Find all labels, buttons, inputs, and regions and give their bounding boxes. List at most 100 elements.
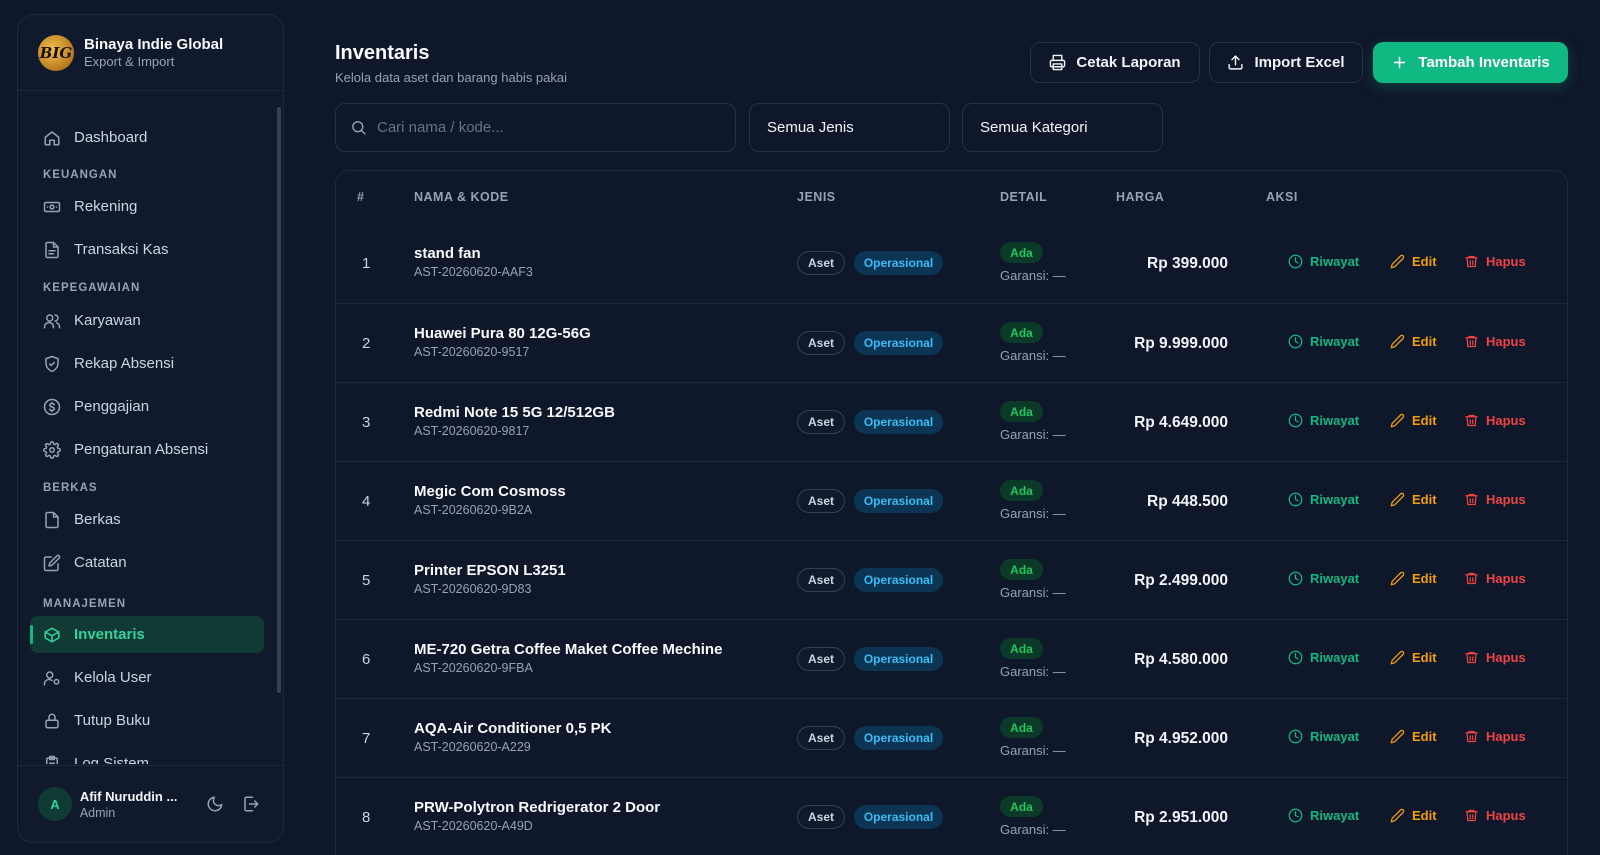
category-badge: Operasional (854, 251, 943, 275)
edit-button[interactable]: Edit (1390, 650, 1437, 665)
sidebar-item-karyawan[interactable]: Karyawan (30, 302, 264, 339)
brand-text: Binaya Indie Global Export & Import (84, 36, 223, 69)
item-name: AQA-Air Conditioner 0,5 PK (414, 720, 612, 737)
sidebar-scrollbar[interactable] (277, 107, 281, 693)
pencil-icon (1390, 808, 1405, 823)
sidebar-item-transaksi-kas[interactable]: Transaksi Kas (30, 231, 264, 268)
item-price: Rp 4.580.000 (1134, 651, 1228, 668)
table-row: 5 Printer EPSON L3251 AST-20260620-9D83 … (336, 540, 1567, 619)
table-row: 2 Huawei Pura 80 12G-56G AST-20260620-95… (336, 303, 1567, 382)
edit-button[interactable]: Edit (1390, 808, 1437, 823)
action-label: Hapus (1486, 808, 1526, 823)
item-code: AST-20260620-A229 (414, 740, 531, 754)
delete-button[interactable]: Hapus (1464, 729, 1526, 744)
sidebar-item-log-sistem[interactable]: Log Sistem (30, 745, 264, 764)
edit-button[interactable]: Edit (1390, 254, 1437, 269)
gear-icon (43, 440, 61, 459)
sidebar-item-tutup-buku[interactable]: Tutup Buku (30, 702, 264, 739)
item-code: AST-20260620-9B2A (414, 503, 533, 517)
type-badge: Aset (797, 410, 845, 434)
inventory-table: # NAMA & KODE JENIS DETAIL HARGA AKSI 1 … (335, 170, 1568, 855)
action-label: Hapus (1486, 729, 1526, 744)
type-badge: Aset (797, 251, 845, 275)
logout-icon (242, 795, 260, 813)
kategori-filter-select[interactable]: Semua Kategori (962, 103, 1163, 152)
print-report-button[interactable]: Cetak Laporan (1030, 42, 1200, 83)
column-header-jenis: JENIS (797, 190, 836, 204)
lock-icon (43, 712, 61, 730)
brand-subtitle: Export & Import (84, 54, 175, 69)
delete-button[interactable]: Hapus (1464, 571, 1526, 586)
logout-button[interactable] (239, 792, 263, 816)
pencil-icon (1390, 413, 1405, 428)
clipboard-list-icon (43, 755, 61, 764)
file-icon (43, 511, 61, 529)
status-badge: Ada (1000, 796, 1043, 817)
upload-icon (1227, 54, 1244, 71)
delete-button[interactable]: Hapus (1464, 334, 1526, 349)
jenis-filter-select[interactable]: Semua Jenis (749, 103, 950, 152)
action-label: Edit (1412, 571, 1437, 586)
history-button[interactable]: Riwayat (1288, 413, 1359, 428)
history-button[interactable]: Riwayat (1288, 492, 1359, 507)
edit-button[interactable]: Edit (1390, 571, 1437, 586)
button-label: Import Excel (1254, 54, 1345, 71)
delete-button[interactable]: Hapus (1464, 492, 1526, 507)
brand[interactable]: BIG Binaya Indie Global Export & Import (18, 15, 283, 91)
sidebar-item-label: Pengaturan Absensi (74, 441, 209, 458)
item-name: Huawei Pura 80 12G-56G (414, 325, 591, 342)
users-cog-icon (43, 669, 61, 687)
avatar[interactable]: A (38, 787, 72, 821)
status-badge: Ada (1000, 242, 1043, 263)
edit-button[interactable]: Edit (1390, 413, 1437, 428)
item-name: Megic Com Cosmoss (414, 483, 566, 500)
history-button[interactable]: Riwayat (1288, 729, 1359, 744)
sidebar-item-dashboard[interactable]: Dashboard (30, 119, 264, 156)
add-inventory-button[interactable]: Tambah Inventaris (1373, 42, 1568, 83)
search-input[interactable] (377, 119, 717, 136)
item-code: AST-20260620-9FBA (414, 661, 533, 675)
sidebar-item-kelola-user[interactable]: Kelola User (30, 659, 264, 696)
sidebar-item-penggajian[interactable]: Penggajian (30, 388, 264, 425)
column-header-nama: NAMA & KODE (414, 190, 509, 204)
clock-icon (1288, 729, 1303, 744)
status-badge: Ada (1000, 322, 1043, 343)
delete-button[interactable]: Hapus (1464, 254, 1526, 269)
history-button[interactable]: Riwayat (1288, 650, 1359, 665)
sidebar-item-berkas[interactable]: Berkas (30, 501, 264, 538)
sidebar-item-rekap-absensi[interactable]: Rekap Absensi (30, 345, 264, 382)
sidebar-item-pengaturan-absensi[interactable]: Pengaturan Absensi (30, 431, 264, 468)
row-number: 6 (362, 651, 371, 668)
category-badge: Operasional (854, 489, 943, 513)
search-box[interactable] (335, 103, 736, 152)
edit-button[interactable]: Edit (1390, 492, 1437, 507)
history-button[interactable]: Riwayat (1288, 254, 1359, 269)
sidebar-item-label: Tutup Buku (74, 712, 151, 729)
section-kepegawaian: KEPEGAWAIAN (43, 282, 141, 294)
item-price: Rp 2.951.000 (1134, 809, 1228, 826)
pencil-icon (1390, 254, 1405, 269)
delete-button[interactable]: Hapus (1464, 413, 1526, 428)
type-badge: Aset (797, 331, 845, 355)
history-button[interactable]: Riwayat (1288, 334, 1359, 349)
sidebar-item-inventaris[interactable]: Inventaris (30, 616, 264, 653)
dollar-circle-icon (43, 398, 61, 416)
sidebar-item-label: Berkas (74, 511, 121, 528)
history-button[interactable]: Riwayat (1288, 808, 1359, 823)
edit-button[interactable]: Edit (1390, 729, 1437, 744)
delete-button[interactable]: Hapus (1464, 650, 1526, 665)
delete-button[interactable]: Hapus (1464, 808, 1526, 823)
theme-toggle-button[interactable] (203, 792, 227, 816)
history-button[interactable]: Riwayat (1288, 571, 1359, 586)
row-number: 8 (362, 809, 371, 826)
item-name: PRW-Polytron Redrigerator 2 Door (414, 799, 661, 816)
import-excel-button[interactable]: Import Excel (1209, 42, 1363, 83)
sidebar-item-label: Dashboard (74, 129, 148, 146)
sidebar-item-catatan[interactable]: Catatan (30, 544, 264, 581)
banknote-icon (43, 198, 61, 216)
clock-icon (1288, 808, 1303, 823)
row-number: 3 (362, 414, 371, 431)
edit-button[interactable]: Edit (1390, 334, 1437, 349)
sidebar-item-rekening[interactable]: Rekening (30, 188, 264, 225)
trash-icon (1464, 334, 1479, 349)
